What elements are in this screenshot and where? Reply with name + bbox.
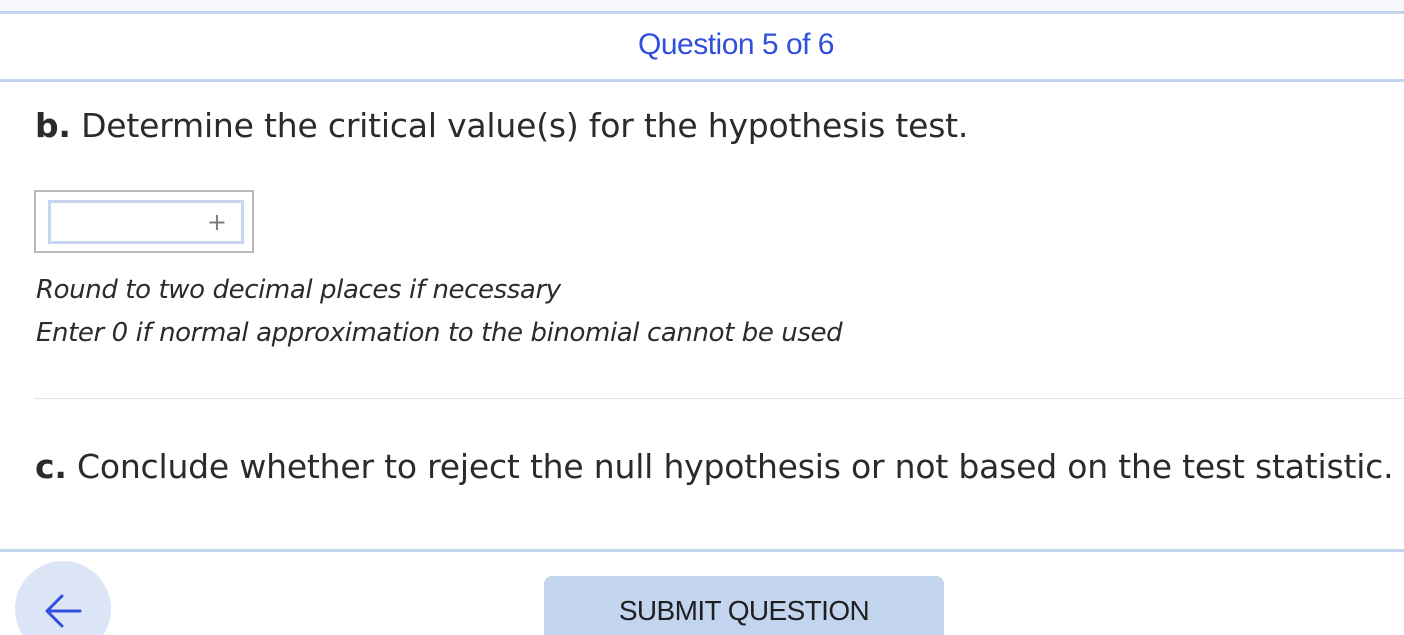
back-button[interactable] [15, 561, 111, 635]
part-b-prompt: Determine the critical value(s) for the … [81, 106, 969, 145]
critical-value-answer-box: + [34, 190, 254, 253]
header-top-rule [0, 11, 1404, 14]
critical-value-input[interactable]: + [48, 200, 244, 244]
header-bottom-rule [0, 79, 1404, 82]
top-band [0, 0, 1404, 11]
section-divider [34, 398, 1404, 399]
part-b-heading: b. Determine the critical value(s) for t… [35, 106, 968, 145]
part-c-prompt: Conclude whether to reject the null hypo… [77, 447, 1394, 486]
submit-question-label: SUBMIT QUESTION [618, 595, 870, 626]
hint-rounding: Round to two decimal places if necessary [36, 275, 561, 305]
question-page: Question 5 of 6 b. Determine the critica… [0, 0, 1404, 635]
part-b-letter: b. [35, 106, 71, 145]
part-c-letter: c. [35, 447, 67, 486]
plus-icon[interactable]: + [207, 210, 227, 234]
arrow-left-icon [45, 594, 82, 628]
footer-rule [0, 549, 1404, 552]
submit-question-button[interactable]: SUBMIT QUESTION [544, 576, 944, 635]
part-c-heading: c. Conclude whether to reject the null h… [35, 447, 1394, 486]
question-counter: Question 5 of 6 [638, 28, 834, 61]
hint-normal-approximation: Enter 0 if normal approximation to the b… [36, 318, 843, 348]
